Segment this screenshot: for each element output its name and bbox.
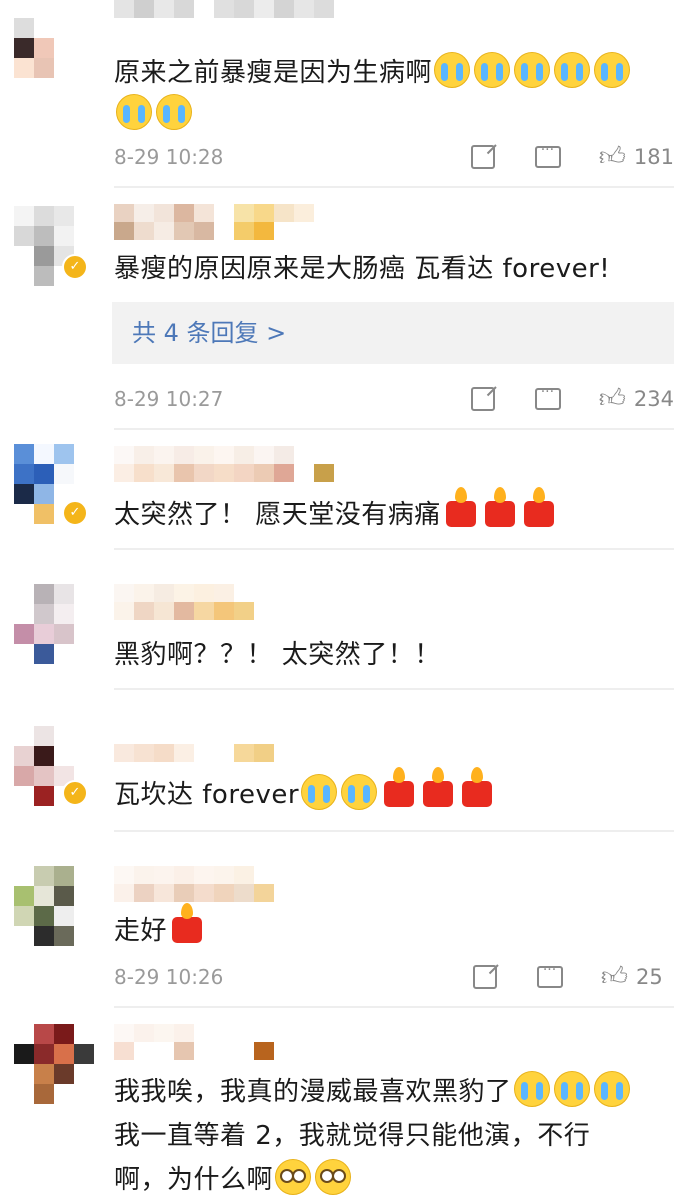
candle-emoji-icon <box>384 767 415 807</box>
timestamp: 8-29 10:27 <box>114 387 224 411</box>
verified-badge-icon: ✓ <box>62 500 88 526</box>
comment-text: 暴瘦的原因原来是大肠癌 瓦看达 forever! <box>114 254 611 284</box>
like-count: 234 <box>633 387 674 411</box>
candle-emoji-icon <box>445 487 476 527</box>
view-replies-link[interactable]: 共 4 条回复 > <box>112 302 674 364</box>
comment-meta: 8-29 10:28 👍︎ 181 <box>114 142 674 172</box>
actions: 👍︎ 25 <box>472 962 674 992</box>
username-redacted[interactable] <box>114 204 314 240</box>
username-redacted[interactable] <box>114 584 274 620</box>
divider <box>114 830 674 832</box>
crying-emoji-icon <box>553 1071 590 1107</box>
crying-emoji-icon <box>116 94 152 130</box>
comment-icon[interactable] <box>534 384 561 410</box>
share-icon[interactable] <box>472 965 497 989</box>
divider <box>114 548 674 550</box>
timestamp: 8-29 10:28 <box>114 145 224 169</box>
timestamp: 8-29 10:26 <box>114 965 224 989</box>
candle-emoji-icon <box>172 903 203 943</box>
like-count: 181 <box>633 145 674 169</box>
crying-emoji-icon <box>474 52 511 88</box>
divider <box>114 1006 674 1008</box>
username-redacted[interactable] <box>114 0 334 36</box>
avatar[interactable] <box>14 584 94 664</box>
comment-text: 瓦坎达 forever <box>114 767 674 816</box>
comment-text: 我我唉，我真的漫威最喜欢黑豹了 我一直等着 2，我就觉得只能他演，不行 啊，为什… <box>114 1070 674 1202</box>
crying-emoji-icon <box>434 52 471 88</box>
eye-roll-emoji-icon <box>275 1159 312 1195</box>
crying-emoji-icon <box>554 52 591 88</box>
actions: 👍︎ 234 <box>470 384 674 414</box>
share-icon[interactable] <box>470 387 495 411</box>
comment-text: 黑豹啊？？！ 太突然了！！ <box>114 640 441 670</box>
candle-emoji-icon <box>484 487 515 527</box>
thumbs-up-icon[interactable]: 👍︎ <box>599 144 626 170</box>
username-redacted[interactable] <box>114 1024 274 1060</box>
crying-emoji-icon <box>594 52 631 88</box>
verified-badge-icon: ✓ <box>62 780 88 806</box>
crying-emoji-icon <box>593 1071 630 1107</box>
avatar[interactable] <box>14 1024 94 1104</box>
username-redacted[interactable] <box>114 866 294 902</box>
comment-icon[interactable] <box>536 962 563 988</box>
comment-text: 原来之前暴瘦是因为生病啊 <box>114 52 674 136</box>
share-icon[interactable] <box>470 145 495 169</box>
divider <box>114 428 674 430</box>
crying-emoji-icon <box>341 774 378 810</box>
comment-text: 走好 <box>114 903 674 952</box>
thumbs-up-icon[interactable]: 👍︎ <box>601 964 628 990</box>
candle-emoji-icon <box>462 767 493 807</box>
avatar[interactable] <box>14 866 94 946</box>
username-redacted[interactable] <box>114 446 334 482</box>
crying-emoji-icon <box>301 774 338 810</box>
crying-emoji-icon <box>513 1071 550 1107</box>
crying-emoji-icon <box>514 52 551 88</box>
like-count: 25 <box>636 965 663 989</box>
eye-roll-emoji-icon <box>315 1159 352 1195</box>
comment-text: 太突然了！ 愿天堂没有病痛 <box>114 487 674 536</box>
thumbs-up-icon[interactable]: 👍︎ <box>599 386 626 412</box>
candle-emoji-icon <box>423 767 454 807</box>
divider <box>114 688 674 690</box>
divider <box>114 186 674 188</box>
candle-emoji-icon <box>523 487 554 527</box>
comment-meta: 8-29 10:27 👍︎ 234 <box>114 384 674 414</box>
comment-meta: 8-29 10:26 👍︎ 25 <box>114 962 674 992</box>
comment-icon[interactable] <box>534 142 561 168</box>
avatar[interactable] <box>14 18 94 98</box>
verified-badge-icon: ✓ <box>62 254 88 280</box>
actions: 👍︎ 181 <box>470 142 674 172</box>
crying-emoji-icon <box>156 94 192 130</box>
username-redacted[interactable] <box>114 726 274 762</box>
